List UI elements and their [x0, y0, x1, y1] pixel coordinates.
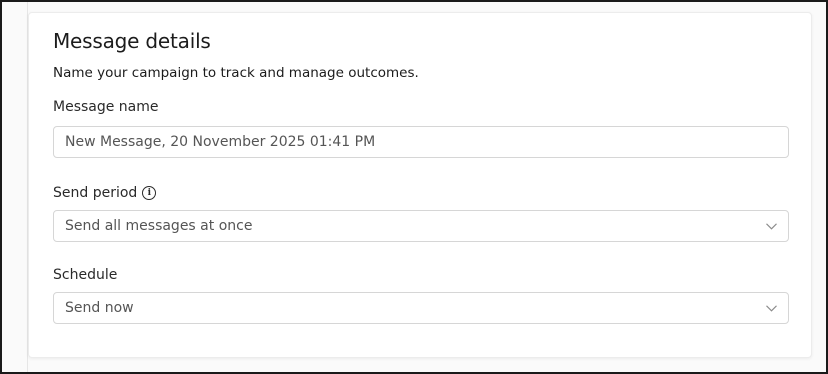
send-period-selected-value: Send all messages at once: [65, 218, 253, 234]
send-period-select[interactable]: Send all messages at once: [53, 210, 789, 242]
schedule-label-text: Schedule: [53, 267, 118, 283]
chevron-down-icon: [765, 220, 777, 232]
send-period-label-text: Send period: [53, 185, 138, 201]
card-subtitle: Name your campaign to track and manage o…: [53, 65, 419, 81]
chevron-down-icon: [765, 302, 777, 314]
send-period-label: Send period i: [53, 185, 157, 201]
schedule-label: Schedule: [53, 267, 117, 283]
info-icon[interactable]: i: [142, 186, 157, 200]
message-name-label-text: Message name: [53, 99, 159, 115]
message-name-label: Message name: [53, 99, 159, 115]
left-gutter: [2, 2, 28, 372]
card-title: Message details: [53, 29, 211, 53]
schedule-select[interactable]: Send now: [53, 292, 789, 324]
message-name-input[interactable]: [53, 126, 789, 158]
window-frame: Message details Name your campaign to tr…: [0, 0, 828, 374]
schedule-selected-value: Send now: [65, 300, 134, 316]
message-details-card: Message details Name your campaign to tr…: [28, 12, 812, 358]
